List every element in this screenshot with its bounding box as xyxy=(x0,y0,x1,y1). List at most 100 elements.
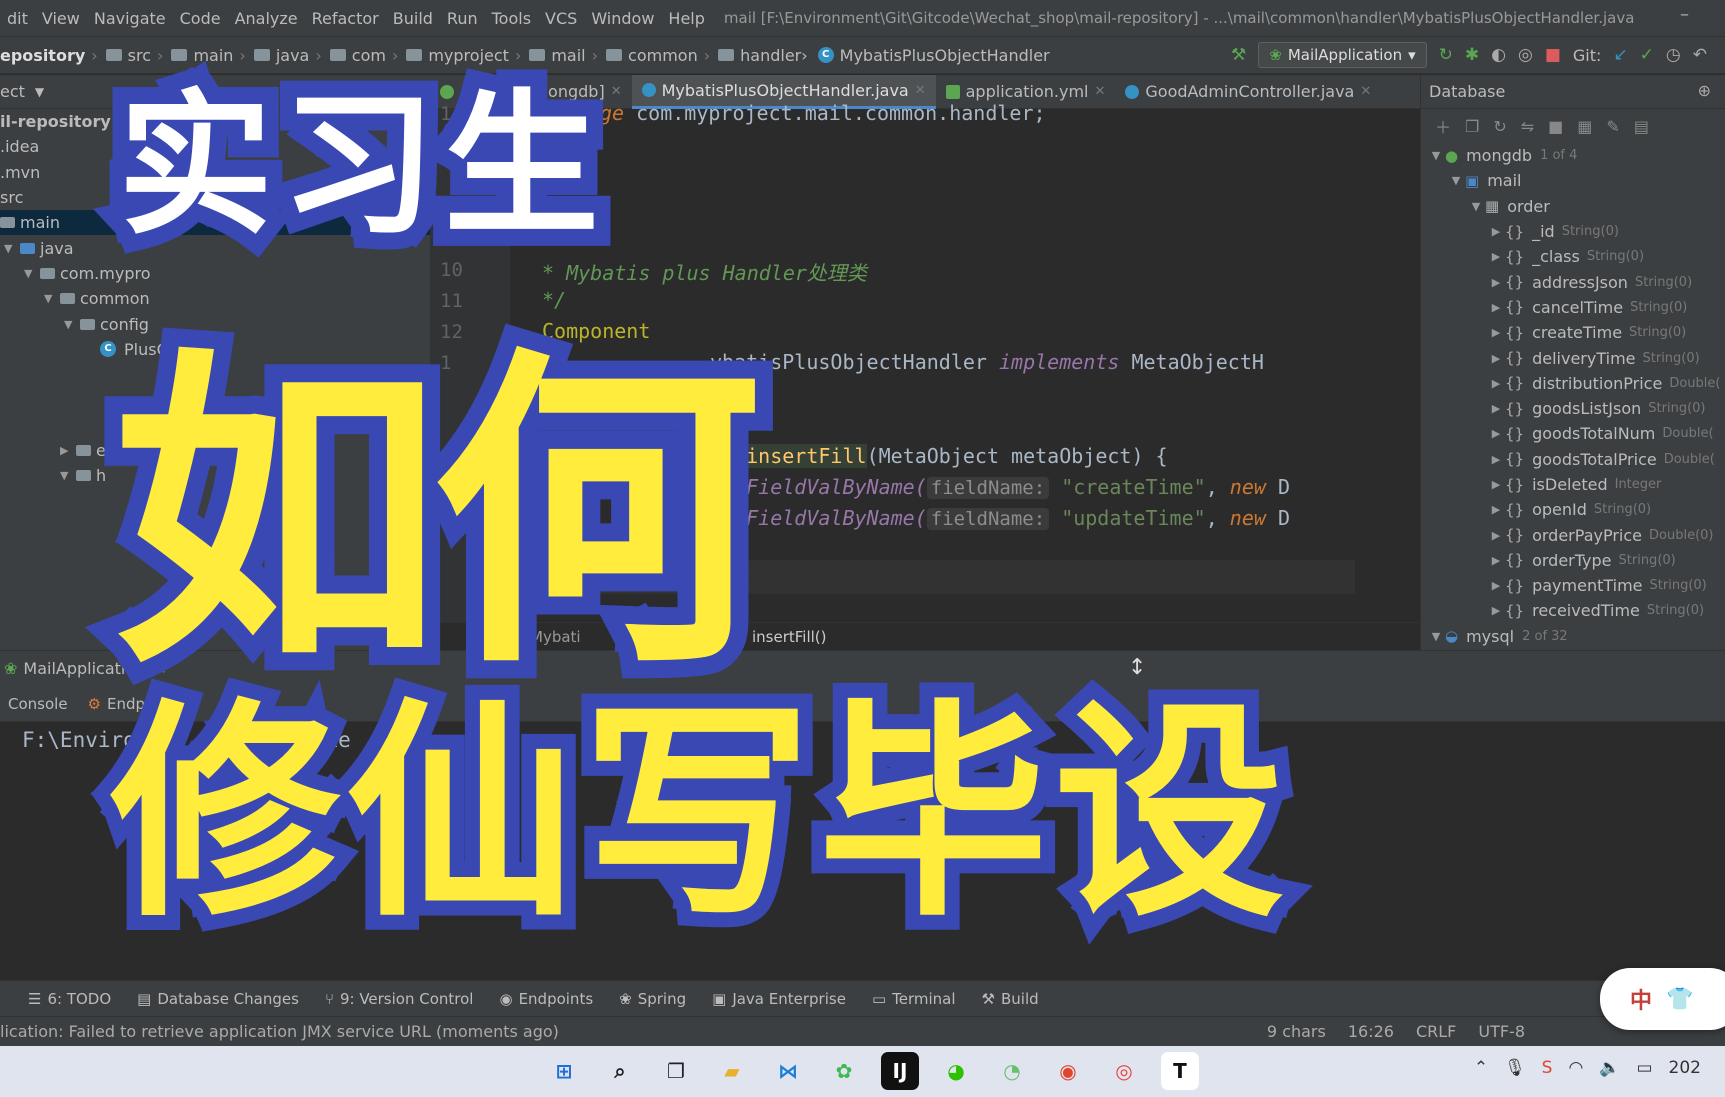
expand-arrow-icon[interactable]: ▶ xyxy=(1487,478,1505,491)
tool-window-7[interactable]: ⚒ Build xyxy=(982,990,1039,1008)
menu-item-window[interactable]: Window xyxy=(584,9,661,28)
line-separator[interactable]: CRLF xyxy=(1416,1022,1456,1041)
add-icon[interactable]: ＋ xyxy=(1435,114,1451,138)
breadcrumb-root[interactable]: epository xyxy=(0,46,85,65)
db-tree-row[interactable]: ▶{} paymentTime String(0) xyxy=(1421,573,1725,598)
db-tree-row[interactable]: ▶{} distributionPrice Double( xyxy=(1421,371,1725,396)
menu-item-refactor[interactable]: Refactor xyxy=(305,9,386,28)
db-tree-row[interactable]: ▶{} orderPayPrice Double(0) xyxy=(1421,522,1725,547)
db-tree-row[interactable]: ▶{} goodsTotalPrice Double( xyxy=(1421,447,1725,472)
breadcrumb-class[interactable]: MybatisPlusObjectHandler xyxy=(840,46,1050,65)
expand-arrow-icon[interactable]: ▶ xyxy=(1487,377,1505,390)
run-configuration-select[interactable]: ❀ MailApplication ▾ xyxy=(1258,42,1427,68)
profile-icon[interactable]: ◎ xyxy=(1518,45,1533,65)
db-tree-row[interactable]: ▶{} openId String(0) xyxy=(1421,497,1725,522)
menu-item-tools[interactable]: Tools xyxy=(485,9,538,28)
code-line-doc-end[interactable]: */ xyxy=(542,288,566,312)
tool-window-3[interactable]: ◉ Endpoints xyxy=(499,990,593,1008)
close-icon[interactable]: ✕ xyxy=(1360,84,1371,99)
file-encoding[interactable]: UTF-8 xyxy=(1478,1022,1525,1041)
intellij-icon[interactable]: IJ xyxy=(881,1052,919,1090)
db-tree-row[interactable]: ▶{} receivedTime String(0) xyxy=(1421,598,1725,623)
tool-window-4[interactable]: ❀ Spring xyxy=(619,990,686,1008)
battery-icon[interactable]: ▭ xyxy=(1636,1058,1652,1078)
expand-arrow-icon[interactable]: ▼ xyxy=(60,469,76,482)
chrome-icon[interactable]: ◎ xyxy=(1105,1052,1143,1090)
caret-position[interactable]: 16:26 xyxy=(1348,1022,1394,1041)
start-icon[interactable]: ⊞ xyxy=(545,1052,583,1090)
breadcrumb-item[interactable]: › handler xyxy=(698,46,802,65)
db-tree-row[interactable]: ▶{} _id String(0) xyxy=(1421,219,1725,244)
menu-item-build[interactable]: Build xyxy=(386,9,440,28)
db-tree-row[interactable]: ▶{} createTime String(0) xyxy=(1421,320,1725,345)
db-tree-row[interactable]: ▶{} deliveryTime String(0) xyxy=(1421,345,1725,370)
expand-arrow-icon[interactable]: ▼ xyxy=(64,318,80,331)
expand-arrow-icon[interactable]: ▶ xyxy=(1487,352,1505,365)
browser-icon[interactable]: ◉ xyxy=(1049,1052,1087,1090)
db-tree-row[interactable]: ▶{} orderType String(0) xyxy=(1421,548,1725,573)
git-update-icon[interactable]: ↙ xyxy=(1613,45,1627,65)
expand-arrow-icon[interactable]: ▶ xyxy=(1487,427,1505,440)
expand-arrow-icon[interactable]: ▶ xyxy=(60,444,76,457)
expand-arrow-icon[interactable]: ▼ xyxy=(4,242,20,255)
ime-widget[interactable]: 中 👕 xyxy=(1600,968,1725,1030)
menu-item-code[interactable]: Code xyxy=(173,9,228,28)
expand-arrow-icon[interactable]: ▶ xyxy=(1487,554,1505,567)
edit-icon[interactable]: ✎ xyxy=(1606,117,1619,136)
locate-icon[interactable]: ⊕ xyxy=(1698,81,1711,100)
code-line-doc[interactable]: * Mybatis plus Handler处理类 xyxy=(542,257,867,286)
menu-item-dit[interactable]: dit xyxy=(0,9,35,28)
db-tree-row[interactable]: ▶{} _class String(0) xyxy=(1421,244,1725,269)
coverage-icon[interactable]: ◐ xyxy=(1491,45,1506,65)
tree-row[interactable]: ▼ com.mypro xyxy=(0,261,430,286)
minimize-button[interactable]: – xyxy=(1680,4,1689,25)
db-tree-row[interactable]: ▼ ● mongdb 1 of 4 xyxy=(1421,143,1725,168)
expand-arrow-icon[interactable]: ▶ xyxy=(1487,250,1505,263)
breadcrumb-item[interactable]: › java xyxy=(233,46,309,65)
expand-arrow-icon[interactable]: ▶ xyxy=(1487,604,1505,617)
db-tree-row[interactable]: ▶{} goodsTotalNum Double( xyxy=(1421,421,1725,446)
task-view-icon[interactable]: ❐ xyxy=(657,1052,695,1090)
menu-item-vcs[interactable]: VCS xyxy=(538,9,584,28)
expand-arrow-icon[interactable]: ▶ xyxy=(1487,301,1505,314)
expand-arrow-icon[interactable]: ▶ xyxy=(1487,579,1505,592)
rollback-icon[interactable]: ↶ xyxy=(1693,45,1707,65)
tool-window-0[interactable]: ☰ 6: TODO xyxy=(28,990,111,1008)
typora-icon[interactable]: T xyxy=(1161,1052,1199,1090)
db-tree-row[interactable]: ▶{} cancelTime String(0) xyxy=(1421,295,1725,320)
table-icon[interactable]: ▦ xyxy=(1577,117,1592,136)
code-line-package[interactable]: ge com.myproject.mail.common.handler; xyxy=(600,101,1046,125)
menu-item-run[interactable]: Run xyxy=(440,9,485,28)
db-tree-row[interactable]: ▶{} isDeleted Integer xyxy=(1421,472,1725,497)
ime-language[interactable]: 中 xyxy=(1630,983,1652,1015)
db-tree-row[interactable]: ▶{} addressJson String(0) xyxy=(1421,269,1725,294)
wifi-icon[interactable]: ◠ xyxy=(1568,1058,1583,1078)
microphone-icon[interactable]: 🎙 xyxy=(1504,1058,1526,1078)
menu-item-help[interactable]: Help xyxy=(661,9,711,28)
breadcrumb-item[interactable]: › src xyxy=(85,46,151,65)
vscode-icon[interactable]: ⋈ xyxy=(769,1052,807,1090)
db-tree-row[interactable]: ▼ ◒ mysql 2 of 32 xyxy=(1421,624,1725,649)
tab-console[interactable]: Console xyxy=(8,695,68,713)
breadcrumb-item[interactable]: › myproject xyxy=(386,46,509,65)
mini-program-icon[interactable]: ◔ xyxy=(993,1052,1031,1090)
file-explorer-icon[interactable]: ▰ xyxy=(713,1052,751,1090)
code-line-set-update[interactable]: setFieldValByName(fieldName: "updateTime… xyxy=(710,506,1290,530)
expand-arrow-icon[interactable]: ▶ xyxy=(1487,453,1505,466)
db-tree-row[interactable]: ▼ ▦ order xyxy=(1421,194,1725,219)
tool-window-1[interactable]: ▤ Database Changes xyxy=(137,990,299,1008)
ime-icon[interactable]: S xyxy=(1542,1058,1553,1078)
sync-icon[interactable]: ⇋ xyxy=(1521,117,1534,136)
wechat-icon[interactable]: ◕ xyxy=(937,1052,975,1090)
status-message[interactable]: lication: Failed to retrieve application… xyxy=(0,1022,559,1041)
editor-tab[interactable]: GoodAdminController.java ✕ xyxy=(1115,75,1381,109)
chevron-up-icon[interactable]: ⌃ xyxy=(1474,1058,1488,1078)
chevron-down-icon[interactable]: ▼ xyxy=(35,85,44,99)
close-icon[interactable]: ✕ xyxy=(915,83,926,98)
tool-window-6[interactable]: ▭ Terminal xyxy=(872,990,956,1008)
menu-item-navigate[interactable]: Navigate xyxy=(87,9,173,28)
wechat-devtools-icon[interactable]: ✿ xyxy=(825,1052,863,1090)
copy-icon[interactable]: ❐ xyxy=(1465,117,1479,136)
code-line-method[interactable]: id insertFill(MetaObject metaObject) { xyxy=(710,444,1168,468)
breadcrumb-item[interactable]: › common xyxy=(586,46,698,65)
